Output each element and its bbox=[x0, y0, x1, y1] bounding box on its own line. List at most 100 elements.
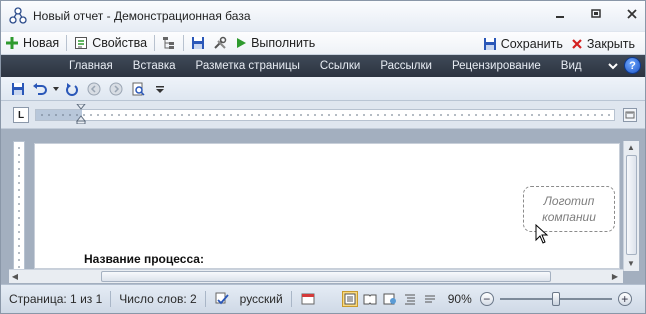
plus-icon bbox=[6, 37, 18, 49]
app-icon bbox=[9, 7, 27, 24]
close-window-button[interactable] bbox=[625, 7, 639, 21]
horizontal-ruler[interactable] bbox=[35, 104, 615, 124]
floppy-icon bbox=[483, 38, 496, 50]
print-layout-view-button[interactable] bbox=[341, 291, 358, 307]
vertical-scroll-thumb[interactable] bbox=[626, 155, 637, 255]
qat-save-button[interactable] bbox=[9, 80, 27, 98]
help-button[interactable]: ? bbox=[624, 57, 641, 74]
view-ruler-button[interactable] bbox=[623, 108, 637, 122]
tab-stop-selector[interactable]: L bbox=[13, 107, 29, 123]
separator bbox=[154, 35, 156, 51]
floppy-icon bbox=[12, 82, 24, 95]
save-label: Сохранить bbox=[500, 37, 563, 51]
close-icon bbox=[572, 39, 582, 49]
forward-button[interactable] bbox=[107, 80, 125, 98]
quick-access-toolbar bbox=[1, 77, 645, 101]
document-page[interactable]: Логотип компании Название процесса: bbox=[34, 143, 620, 269]
properties-icon bbox=[75, 37, 88, 49]
hierarchy-icon bbox=[163, 37, 175, 49]
horizontal-scroll-thumb[interactable] bbox=[101, 271, 551, 282]
word-count[interactable]: Число слов: 2 bbox=[111, 292, 204, 306]
page-indicator[interactable]: Страница: 1 из 1 bbox=[1, 292, 110, 306]
redo-icon bbox=[66, 82, 78, 96]
spell-check-icon bbox=[215, 292, 229, 305]
status-bar: Страница: 1 из 1 Число слов: 2 русский 9… bbox=[1, 284, 645, 313]
draft-icon bbox=[424, 295, 435, 303]
redo-button[interactable] bbox=[63, 80, 81, 98]
web-layout-icon bbox=[383, 293, 396, 305]
spelling-check-button[interactable] bbox=[214, 291, 230, 307]
scroll-down-icon[interactable]: ▼ bbox=[625, 257, 637, 269]
horizontal-scrollbar[interactable]: ◀ ▶ bbox=[9, 269, 623, 283]
vertical-ruler[interactable] bbox=[13, 141, 25, 271]
zoom-out-button[interactable]: − bbox=[479, 292, 494, 306]
zoom-thumb[interactable] bbox=[551, 292, 560, 306]
outline-icon bbox=[404, 294, 415, 305]
report-window: Новый отчет - Демонстрационная база Нова… bbox=[0, 0, 646, 314]
minimize-button[interactable] bbox=[553, 7, 567, 21]
book-icon bbox=[363, 294, 377, 305]
forward-icon bbox=[109, 82, 123, 95]
ruler-toggle-icon bbox=[625, 111, 635, 119]
run-button[interactable]: Выполнить bbox=[231, 32, 319, 54]
customize-icon bbox=[156, 85, 164, 93]
separator bbox=[290, 291, 292, 307]
tab-page-layout[interactable]: Разметка страницы bbox=[186, 60, 310, 72]
new-label: Новая bbox=[23, 36, 60, 50]
close-label: Закрыть bbox=[586, 37, 635, 51]
tab-insert[interactable]: Вставка bbox=[123, 60, 186, 72]
web-layout-view-button[interactable] bbox=[382, 291, 398, 307]
minimize-icon bbox=[556, 16, 564, 18]
tab-view[interactable]: Вид bbox=[551, 60, 592, 72]
separator bbox=[183, 35, 185, 51]
separator bbox=[204, 291, 206, 307]
reading-view-button[interactable] bbox=[362, 291, 378, 307]
chevron-down-icon[interactable] bbox=[608, 61, 618, 71]
structure-button[interactable] bbox=[158, 32, 180, 54]
vertical-scrollbar[interactable]: ▲ ▼ bbox=[623, 141, 639, 271]
undo-button[interactable] bbox=[31, 80, 49, 98]
zoom-in-button[interactable]: + bbox=[617, 292, 632, 306]
ruler-row: L bbox=[1, 101, 645, 129]
window-title: Новый отчет - Демонстрационная база bbox=[33, 9, 251, 23]
scroll-left-icon[interactable]: ◀ bbox=[9, 270, 21, 282]
scroll-right-icon[interactable]: ▶ bbox=[609, 270, 621, 282]
tools-button[interactable] bbox=[209, 32, 231, 54]
properties-label: Свойства bbox=[92, 36, 148, 50]
run-label: Выполнить bbox=[251, 36, 316, 50]
minus-icon: − bbox=[483, 292, 491, 306]
print-layout-icon bbox=[344, 293, 356, 305]
close-button[interactable]: Закрыть bbox=[567, 33, 639, 55]
save-icon-button[interactable] bbox=[187, 32, 209, 54]
macro-icon bbox=[301, 293, 315, 305]
tab-review[interactable]: Рецензирование bbox=[442, 60, 551, 72]
print-preview-button[interactable] bbox=[129, 80, 147, 98]
dropdown-arrow-icon[interactable] bbox=[53, 86, 59, 92]
logo-placeholder-text: Логотип компании bbox=[542, 194, 596, 224]
save-button[interactable]: Сохранить bbox=[479, 33, 567, 55]
outline-view-button[interactable] bbox=[402, 291, 418, 307]
process-name-label: Название процесса: bbox=[84, 252, 204, 266]
zoom-level[interactable]: 90% bbox=[440, 292, 480, 306]
scroll-up-icon[interactable]: ▲ bbox=[625, 141, 637, 153]
customize-qat-button[interactable] bbox=[151, 80, 169, 98]
restore-button[interactable] bbox=[589, 7, 603, 21]
new-button[interactable]: Новая bbox=[1, 32, 63, 54]
back-icon bbox=[87, 82, 101, 95]
language-indicator[interactable]: русский bbox=[232, 292, 291, 306]
ruler-ticks bbox=[41, 114, 610, 116]
floppy-icon bbox=[192, 37, 205, 49]
title-bar: Новый отчет - Демонстрационная база bbox=[1, 1, 645, 31]
properties-button[interactable]: Свойства bbox=[70, 32, 151, 54]
indent-marker-icon[interactable] bbox=[76, 104, 86, 124]
mouse-pointer-icon bbox=[535, 224, 549, 244]
tab-mailings[interactable]: Рассылки bbox=[370, 60, 442, 72]
tab-references[interactable]: Ссылки bbox=[310, 60, 371, 72]
tools-icon bbox=[214, 36, 227, 49]
tab-home[interactable]: Главная bbox=[59, 60, 123, 72]
draft-view-button[interactable] bbox=[422, 291, 438, 307]
back-button[interactable] bbox=[85, 80, 103, 98]
help-icon: ? bbox=[629, 59, 636, 72]
macro-record-button[interactable] bbox=[300, 291, 316, 307]
zoom-slider[interactable] bbox=[499, 292, 612, 306]
